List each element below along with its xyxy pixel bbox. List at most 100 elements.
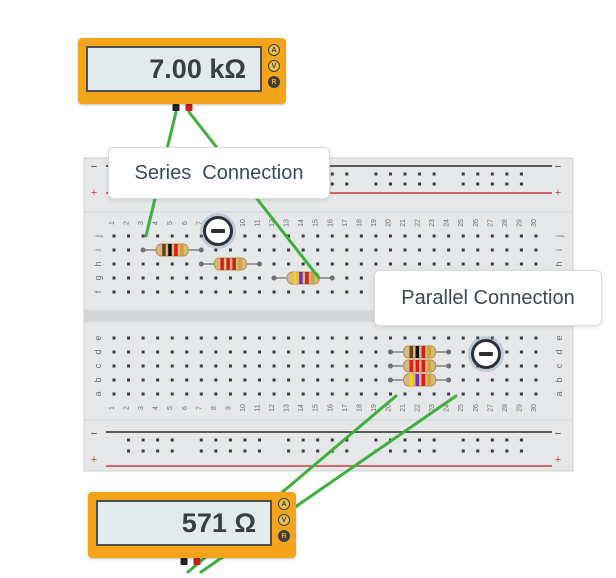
breadboard-hole bbox=[374, 336, 378, 340]
breadboard-hole bbox=[330, 364, 334, 368]
column-number: 7 bbox=[196, 221, 203, 225]
resistor-band bbox=[409, 346, 414, 358]
breadboard-hole bbox=[359, 234, 363, 238]
remove-parallel-button[interactable] bbox=[471, 339, 501, 369]
rail-hole bbox=[228, 438, 232, 442]
multimeter-reading: 571 Ω bbox=[181, 507, 256, 538]
resistor-band bbox=[415, 374, 420, 386]
minus-circle-icon bbox=[211, 229, 225, 233]
multimeter-bottom[interactable]: 571 Ω A V R bbox=[88, 492, 296, 558]
resistor-band bbox=[311, 272, 315, 284]
breadboard-hole bbox=[156, 378, 160, 382]
rail-hole bbox=[287, 449, 291, 453]
breadboard-hole bbox=[519, 378, 523, 382]
breadboard-hole bbox=[185, 276, 189, 280]
voltmeter-mode-button[interactable]: V bbox=[278, 514, 290, 526]
column-number: 4 bbox=[153, 406, 160, 410]
row-letter: a bbox=[554, 391, 564, 396]
breadboard-hole bbox=[490, 392, 494, 396]
breadboard-hole bbox=[228, 350, 232, 354]
minus-rail-label: − bbox=[91, 428, 97, 440]
rail-hole bbox=[388, 172, 392, 176]
breadboard-hole bbox=[461, 392, 465, 396]
remove-series-button[interactable] bbox=[203, 216, 233, 246]
resistor-band bbox=[168, 244, 172, 256]
resistor-band bbox=[421, 374, 426, 386]
rail-hole bbox=[461, 449, 465, 453]
breadboard-hole bbox=[388, 336, 392, 340]
breadboard-hole bbox=[112, 392, 116, 396]
breadboard-hole bbox=[345, 262, 349, 266]
column-number: 22 bbox=[415, 219, 422, 227]
breadboard-hole bbox=[185, 262, 189, 266]
rail-hole bbox=[301, 438, 305, 442]
breadboard-hole bbox=[432, 262, 436, 266]
breadboard-hole bbox=[316, 262, 320, 266]
minus-rail-label: − bbox=[555, 161, 561, 173]
breadboard-hole bbox=[272, 350, 276, 354]
breadboard-hole bbox=[272, 364, 276, 368]
series-connection-label: Series Connection bbox=[108, 147, 330, 199]
breadboard-hole bbox=[243, 336, 247, 340]
breadboard-hole bbox=[534, 378, 538, 382]
breadboard-hole bbox=[461, 262, 465, 266]
breadboard-hole bbox=[505, 262, 509, 266]
column-number: 21 bbox=[400, 219, 407, 227]
breadboard-hole bbox=[258, 378, 261, 382]
column-number: 12 bbox=[269, 219, 276, 227]
breadboard-hole bbox=[432, 392, 436, 396]
resistor-pin bbox=[257, 261, 262, 267]
ammeter-mode-button[interactable]: A bbox=[278, 498, 290, 510]
ohmmeter-mode-button[interactable]: R bbox=[278, 530, 290, 542]
ohmmeter-mode-button[interactable]: R bbox=[268, 76, 280, 88]
rail-hole bbox=[214, 449, 218, 453]
breadboard-hole bbox=[243, 276, 247, 280]
breadboard-hole bbox=[316, 234, 320, 238]
column-number: 5 bbox=[167, 406, 174, 410]
rail-hole bbox=[432, 172, 436, 176]
rail-hole bbox=[490, 172, 494, 176]
rail-hole bbox=[519, 172, 523, 176]
breadboard-hole bbox=[301, 378, 305, 382]
breadboard-hole bbox=[199, 336, 203, 340]
breadboard-hole bbox=[214, 350, 218, 354]
voltmeter-mode-button[interactable]: V bbox=[268, 60, 280, 72]
resistor-band bbox=[409, 360, 414, 372]
ammeter-mode-button[interactable]: A bbox=[268, 44, 280, 56]
breadboard-hole bbox=[476, 234, 480, 238]
column-number: 10 bbox=[240, 219, 247, 227]
breadboard-hole bbox=[505, 350, 509, 354]
rail-hole bbox=[170, 438, 174, 442]
rail-hole bbox=[316, 438, 320, 442]
breadboard-hole bbox=[112, 336, 116, 340]
breadboard-hole bbox=[287, 290, 291, 294]
breadboard-hole bbox=[432, 336, 436, 340]
plus-rail-label: + bbox=[555, 187, 561, 199]
breadboard-hole bbox=[214, 248, 218, 252]
rail-hole bbox=[432, 438, 436, 442]
breadboard-hole bbox=[316, 364, 320, 368]
breadboard-hole bbox=[287, 364, 291, 368]
rail-hole bbox=[156, 449, 160, 453]
breadboard-hole bbox=[112, 234, 116, 238]
breadboard-hole bbox=[345, 378, 349, 382]
breadboard-hole bbox=[243, 350, 247, 354]
breadboard-hole bbox=[170, 364, 174, 368]
breadboard-hole bbox=[141, 350, 145, 354]
minus-rail-label: − bbox=[555, 428, 561, 440]
breadboard-hole bbox=[418, 262, 422, 266]
resistor-pin bbox=[446, 377, 452, 383]
breadboard-hole bbox=[461, 364, 465, 368]
column-number: 6 bbox=[182, 221, 189, 225]
breadboard-hole bbox=[374, 364, 378, 368]
breadboard-hole bbox=[141, 234, 145, 238]
breadboard-hole bbox=[534, 262, 538, 266]
breadboard-hole bbox=[272, 290, 276, 294]
breadboard-hole bbox=[156, 276, 160, 280]
breadboard-hole bbox=[301, 350, 305, 354]
breadboard-hole bbox=[345, 392, 349, 396]
breadboard-hole bbox=[199, 392, 203, 396]
circuit-canvas[interactable]: −+−+−+−+12345678910111213141516171819202… bbox=[0, 0, 616, 578]
column-number: 24 bbox=[444, 404, 451, 412]
multimeter-top[interactable]: 7.00 kΩ A V R bbox=[78, 38, 286, 104]
